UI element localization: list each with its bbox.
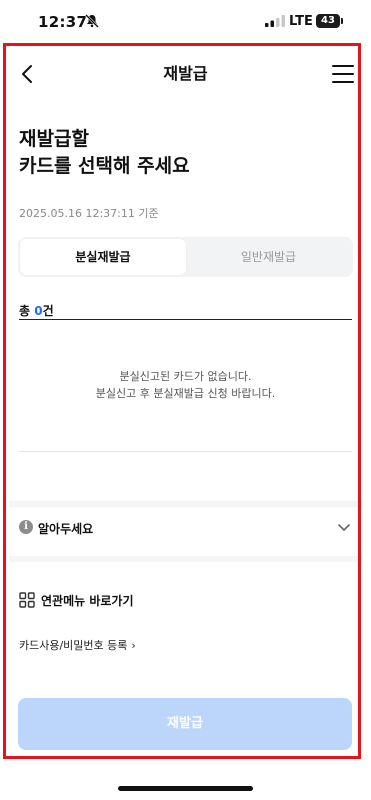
empty-state-message: 분실신고된 카드가 없습니다. 분실신고 후 분실재발급 신청 바랍니다. [19,368,352,402]
status-bar: 12:37 LTE 43 [0,0,371,44]
bell-mute-icon [85,14,99,28]
battery-tip [341,18,343,24]
tab-lost-reissue[interactable]: 분실재발급 [20,239,186,275]
empty-state-line-1: 분실신고된 카드가 없습니다. [119,370,252,383]
home-indicator [118,786,253,791]
count-suffix: 건 [42,304,54,318]
info-icon: i [19,520,33,534]
section-separator [9,501,362,507]
page-title: 재발급 [163,64,208,83]
signal-icon [265,15,285,27]
reference-timestamp: 2025.05.16 12:37:11 기준 [19,207,159,220]
divider [19,319,352,320]
count-value: 0 [34,304,43,318]
grid-icon [19,592,35,608]
count-prefix: 총 [19,304,35,318]
headline-line-2: 카드를 선택해 주세요 [19,155,190,177]
notice-accordion[interactable]: i 알아두세요 [19,517,352,541]
chevron-down-icon [338,524,350,531]
battery-icon: 43 [316,14,340,28]
network-type: LTE [289,14,313,29]
reissue-tabs: 분실재발급 일반재발급 [18,237,353,277]
related-menu-label: 연관메뉴 바로가기 [41,594,134,608]
card-count: 총 0건 [19,302,54,319]
headline: 재발급할 카드를 선택해 주세요 [19,126,190,180]
reissue-button[interactable]: 재발급 [18,698,352,750]
headline-line-1: 재발급할 [19,128,89,150]
link-card-password-registration[interactable]: 카드사용/비밀번호 등록 › [19,637,136,653]
section-separator [9,556,362,562]
notice-label: 알아두세요 [38,522,94,536]
link-label: 카드사용/비밀번호 등록 [19,639,128,652]
menu-button[interactable] [331,63,355,85]
chevron-right-icon: › [131,639,136,652]
status-time: 12:37 [38,13,88,31]
divider [19,451,352,452]
empty-state-line-2: 분실신고 후 분실재발급 신청 바랍니다. [95,387,276,400]
tab-general-reissue[interactable]: 일반재발급 [186,239,351,275]
